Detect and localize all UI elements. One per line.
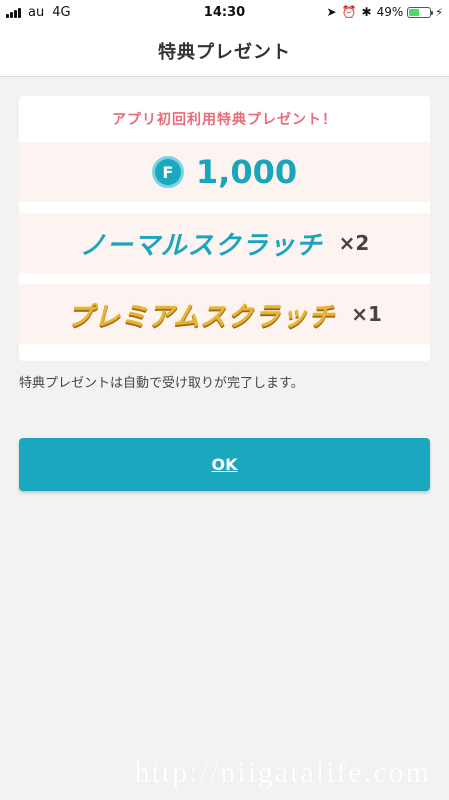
- auto-receive-note: 特典プレゼントは自動で受け取りが完了します。: [19, 376, 304, 391]
- normal-scratch-qty: ×2: [338, 231, 370, 255]
- charging-icon: ⚡: [435, 5, 443, 19]
- card-header: アプリ初回利用特典プレゼント！: [112, 112, 337, 128]
- bluetooth-icon: ✱: [361, 5, 372, 19]
- nav-bar: 特典プレゼント: [0, 26, 449, 77]
- ok-button[interactable]: OK: [19, 438, 430, 491]
- present-card: アプリ初回利用特典プレゼント！ F 1,000 ノーマルスクラッチ ×2 プレミ…: [19, 96, 430, 361]
- watermark: http://niigatalife.com: [134, 756, 431, 789]
- normal-scratch-row: ノーマルスクラッチ ×2: [19, 213, 430, 273]
- normal-scratch-label: ノーマルスクラッチ: [79, 230, 323, 261]
- coin-amount: 1,000: [195, 153, 298, 191]
- battery-percent: 49%: [376, 5, 404, 19]
- coin-reward-row: F 1,000: [19, 142, 430, 202]
- battery-icon: [407, 6, 434, 18]
- alarm-icon: ⏰: [341, 5, 357, 19]
- premium-scratch-qty: ×1: [351, 302, 382, 326]
- coin-icon: F: [151, 156, 184, 188]
- page-title: 特典プレゼント: [158, 42, 291, 63]
- premium-scratch-row: プレミアムスクラッチ ×1: [19, 284, 430, 344]
- premium-scratch-label: プレミアムスクラッチ: [67, 301, 336, 332]
- status-right: ➤ ⏰ ✱ 49% ⚡: [322, 5, 443, 19]
- status-bar: au 4G 14:30 ➤ ⏰ ✱ 49% ⚡: [0, 0, 449, 26]
- location-icon: ➤: [326, 5, 337, 19]
